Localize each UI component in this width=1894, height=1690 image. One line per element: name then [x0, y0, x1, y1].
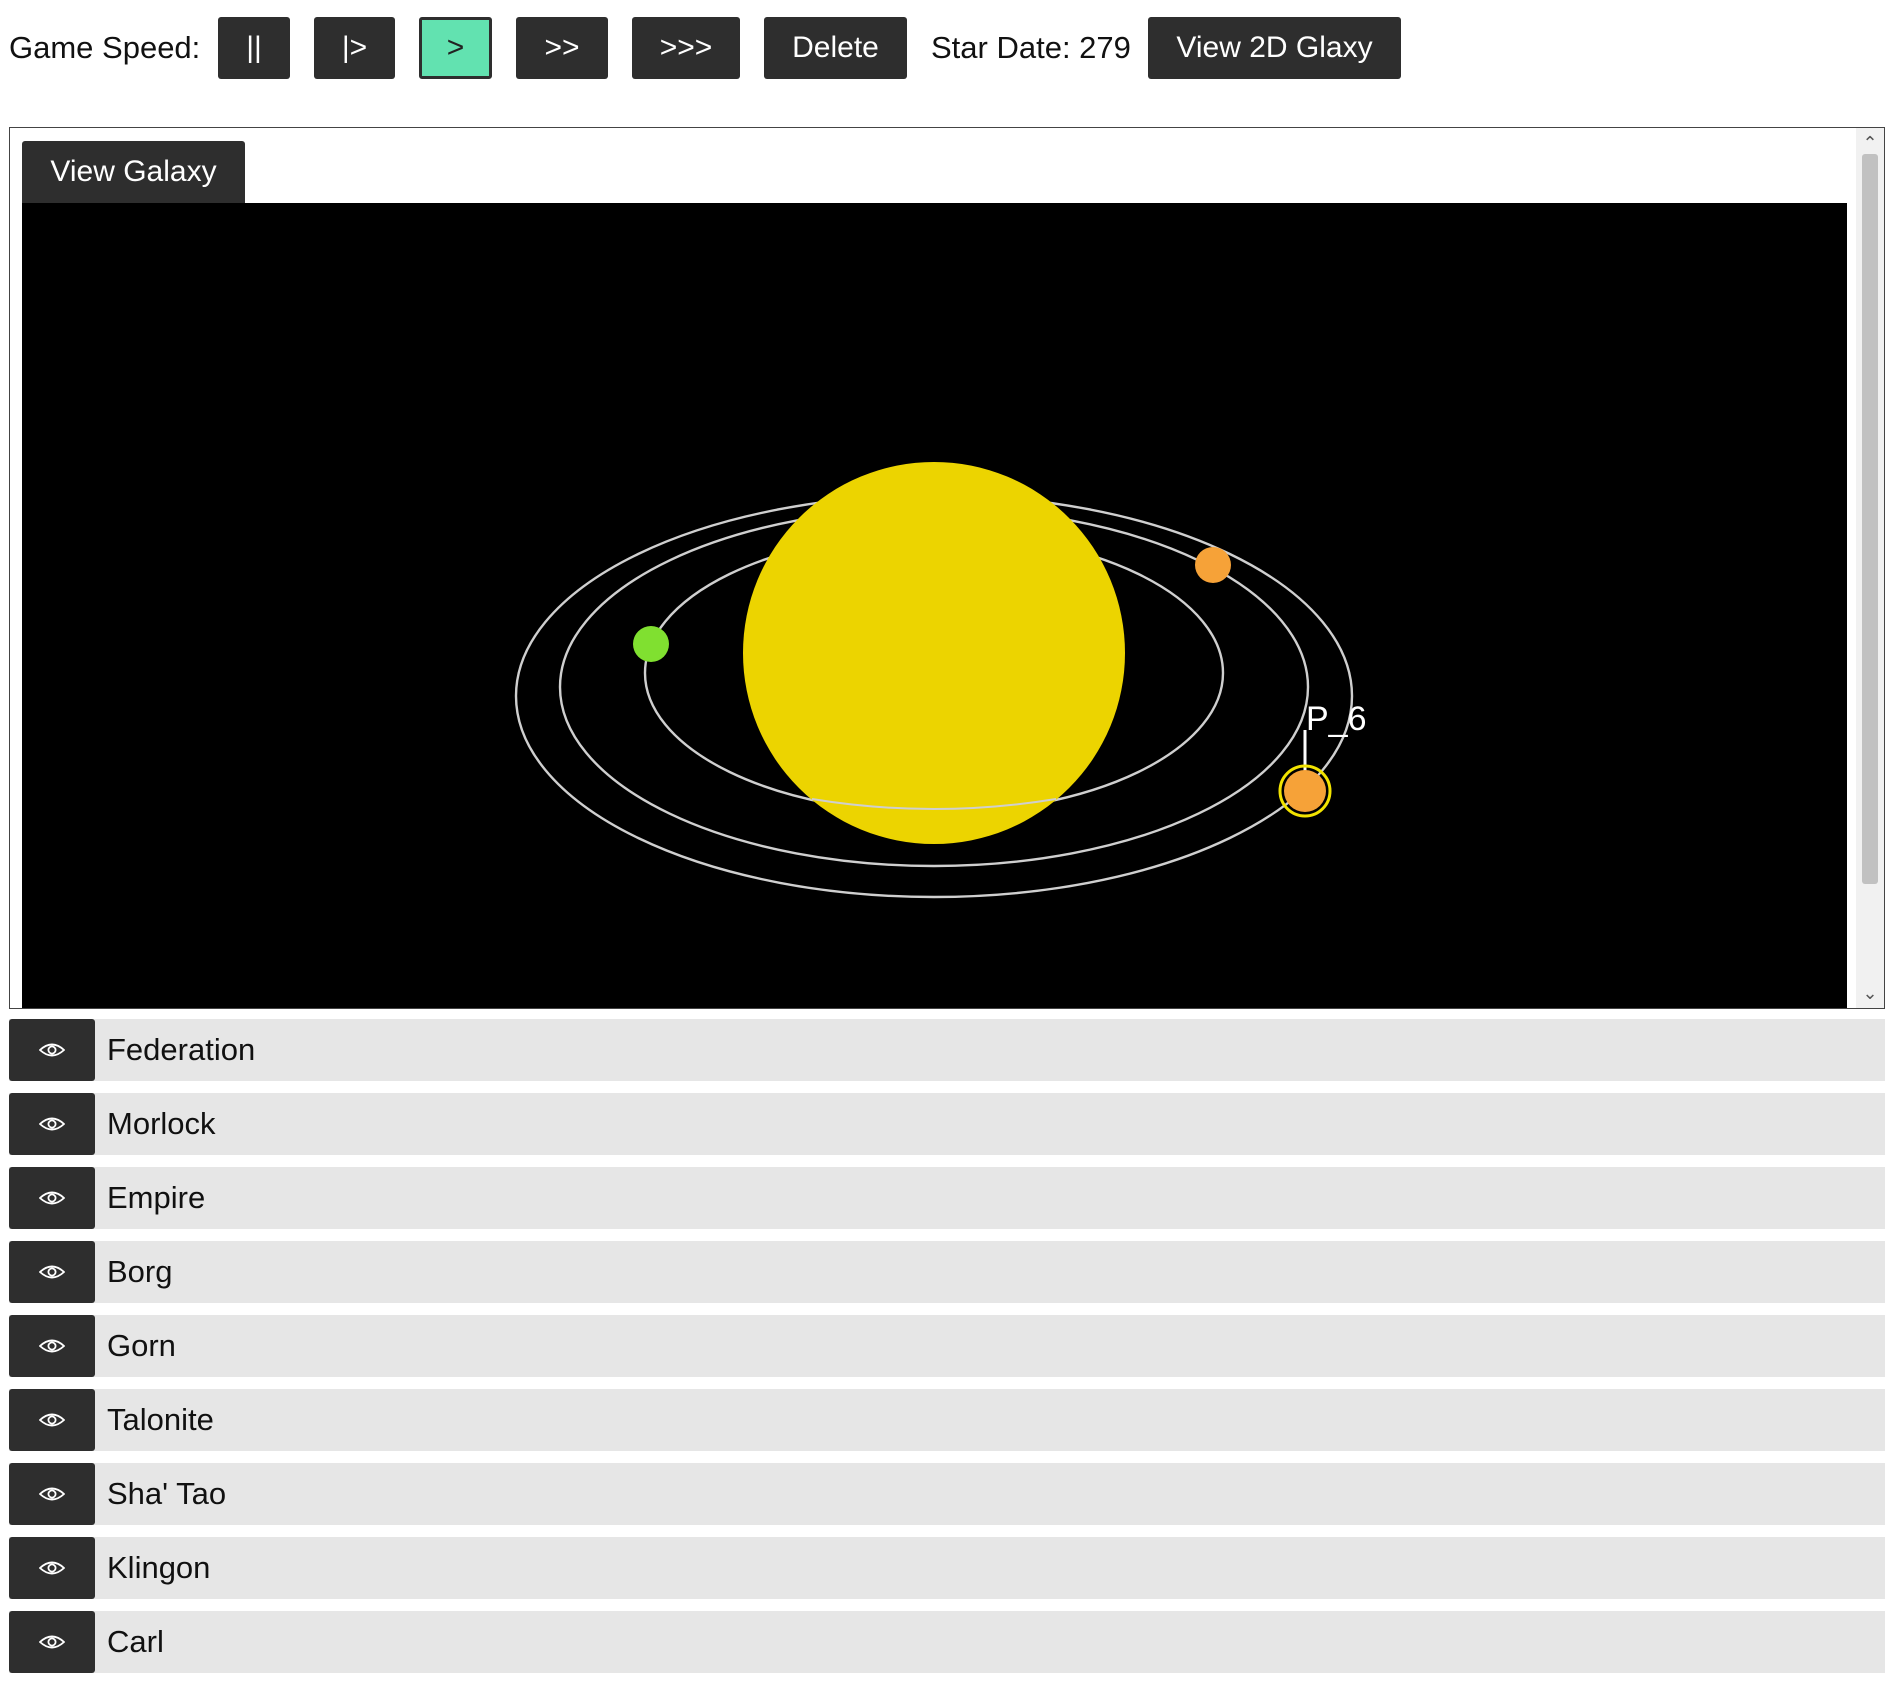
- faction-name: Morlock: [107, 1106, 216, 1141]
- toggle-visibility-federation-button[interactable]: [9, 1019, 95, 1081]
- eye-icon: [39, 1265, 65, 1279]
- star-sun[interactable]: [743, 462, 1125, 844]
- scrollbar-thumb[interactable]: [1862, 154, 1878, 884]
- faction-name: Carl: [107, 1624, 164, 1659]
- toggle-visibility-talonite-button[interactable]: [9, 1389, 95, 1451]
- scroll-down-arrow-icon[interactable]: ⌄: [1856, 980, 1884, 1006]
- eye-icon: [39, 1191, 65, 1205]
- delete-button[interactable]: Delete: [764, 17, 907, 79]
- view-2d-galaxy-button[interactable]: View 2D Glaxy: [1148, 17, 1401, 79]
- faction-row-talonite: Talonite: [9, 1389, 1885, 1451]
- pause-button[interactable]: ||: [218, 17, 290, 79]
- faction-row-klingon: Klingon: [9, 1537, 1885, 1599]
- play-speed-1-button[interactable]: >: [419, 17, 492, 79]
- toggle-visibility-gorn-button[interactable]: [9, 1315, 95, 1377]
- toggle-visibility-carl-button[interactable]: [9, 1611, 95, 1673]
- eye-icon: [39, 1413, 65, 1427]
- system-viewport-panel: View Galaxy P_6 ⌃ ⌄: [9, 127, 1885, 1009]
- eye-icon: [39, 1635, 65, 1649]
- orange-planet[interactable]: [1195, 547, 1231, 583]
- eye-icon: [39, 1339, 65, 1353]
- solar-system-scene[interactable]: P_6: [22, 203, 1847, 1009]
- step-button[interactable]: |>: [314, 17, 395, 79]
- play-speed-2-button[interactable]: >>: [516, 17, 608, 79]
- toggle-visibility-sha-tao-button[interactable]: [9, 1463, 95, 1525]
- eye-icon: [39, 1117, 65, 1131]
- toggle-visibility-empire-button[interactable]: [9, 1167, 95, 1229]
- faction-name: Borg: [107, 1254, 173, 1289]
- faction-row-borg: Borg: [9, 1241, 1885, 1303]
- view-galaxy-button[interactable]: View Galaxy: [22, 141, 245, 203]
- faction-name: Klingon: [107, 1550, 211, 1585]
- faction-row-morlock: Morlock: [9, 1093, 1885, 1155]
- selected-planet[interactable]: [1284, 770, 1326, 812]
- faction-row-federation: Federation: [9, 1019, 1885, 1081]
- game-speed-label: Game Speed:: [9, 30, 201, 65]
- faction-name: Talonite: [107, 1402, 214, 1437]
- eye-icon: [39, 1487, 65, 1501]
- faction-list: Federation Morlock Empire Borg Gorn Talo…: [9, 1019, 1885, 1685]
- faction-row-carl: Carl: [9, 1611, 1885, 1673]
- toggle-visibility-morlock-button[interactable]: [9, 1093, 95, 1155]
- faction-name: Sha' Tao: [107, 1476, 227, 1511]
- faction-name: Gorn: [107, 1328, 176, 1363]
- solar-system-canvas[interactable]: P_6: [22, 203, 1847, 1009]
- scroll-up-arrow-icon[interactable]: ⌃: [1856, 130, 1884, 156]
- play-speed-3-button[interactable]: >>>: [632, 17, 740, 79]
- faction-row-empire: Empire: [9, 1167, 1885, 1229]
- faction-name: Federation: [107, 1032, 256, 1067]
- faction-name: Empire: [107, 1180, 206, 1215]
- eye-icon: [39, 1043, 65, 1057]
- toggle-visibility-borg-button[interactable]: [9, 1241, 95, 1303]
- green-planet[interactable]: [633, 626, 669, 662]
- faction-row-gorn: Gorn: [9, 1315, 1885, 1377]
- toolbar: Game Speed: || |> > >> >>> Delete Star D…: [0, 0, 1894, 100]
- toggle-visibility-klingon-button[interactable]: [9, 1537, 95, 1599]
- star-date-label: Star Date: 279: [931, 30, 1131, 65]
- viewport-scrollbar[interactable]: ⌃ ⌄: [1856, 128, 1884, 1008]
- eye-icon: [39, 1561, 65, 1575]
- faction-row-sha-tao: Sha' Tao: [9, 1463, 1885, 1525]
- selected-planet-label: P_6: [1306, 700, 1367, 738]
